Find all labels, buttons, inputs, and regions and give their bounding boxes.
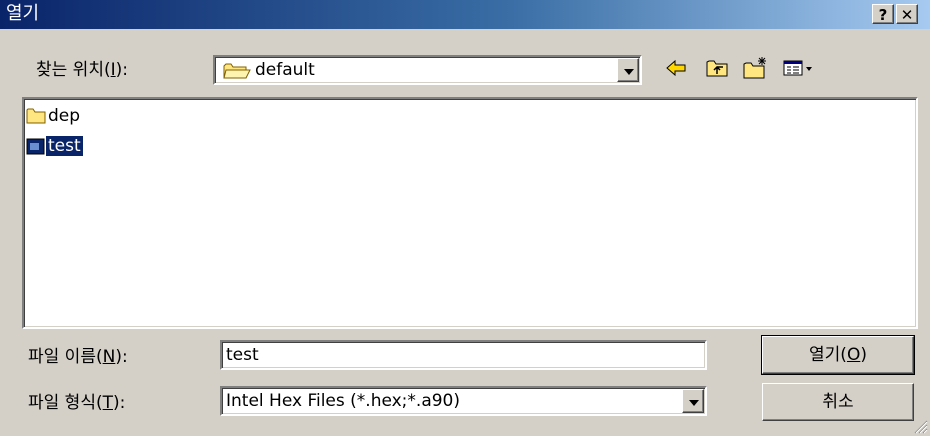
file-type-label: 파일 형식(T): <box>28 393 126 413</box>
file-type-value: Intel Hex Files (*.hex;*.a90) <box>226 391 460 411</box>
window-title: 열기 <box>6 3 40 24</box>
open-button[interactable]: 열기(O) <box>761 335 915 375</box>
file-name-label: 파일 이름(N): <box>28 347 128 367</box>
close-button[interactable]: ✕ <box>896 4 918 24</box>
list-item[interactable]: test <box>26 135 84 157</box>
title-bar[interactable] <box>0 0 930 29</box>
file-type-combo[interactable]: Intel Hex Files (*.hex;*.a90) <box>220 386 707 416</box>
list-item[interactable]: dep <box>26 105 82 127</box>
look-in-value: default <box>255 60 315 80</box>
view-menu-icon[interactable] <box>782 56 816 80</box>
open-folder-icon <box>223 63 251 79</box>
list-item-label: dep <box>48 106 81 126</box>
up-folder-icon[interactable] <box>705 56 729 80</box>
folder-icon <box>26 108 46 124</box>
cancel-button[interactable]: 취소 <box>762 383 914 421</box>
resize-grip-icon[interactable] <box>912 418 928 434</box>
look-in-label: 찾는 위치(I): <box>36 60 128 80</box>
new-folder-icon[interactable] <box>742 56 770 80</box>
back-arrow-icon[interactable] <box>665 56 687 80</box>
list-item-label: test <box>45 135 84 157</box>
look-in-combo[interactable]: default <box>213 55 642 85</box>
file-type-dropdown-arrow[interactable] <box>682 389 704 413</box>
file-name-value: test <box>226 345 259 365</box>
help-button[interactable]: ? <box>872 4 894 24</box>
look-in-dropdown-arrow[interactable] <box>617 58 639 82</box>
file-name-input[interactable]: test <box>220 340 707 370</box>
file-icon <box>26 138 45 155</box>
file-list[interactable]: dep test <box>22 97 918 329</box>
